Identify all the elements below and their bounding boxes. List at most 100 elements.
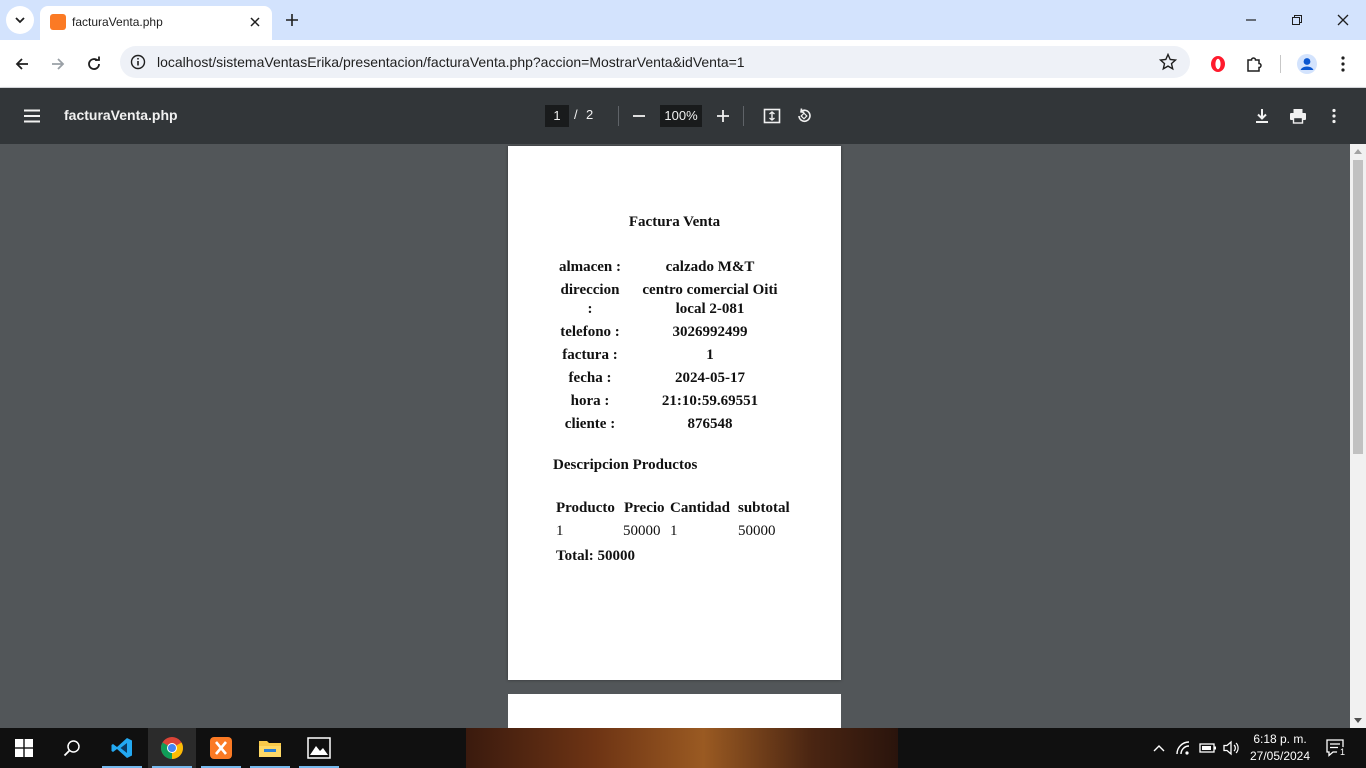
forward-button[interactable]	[44, 50, 72, 78]
minimize-icon	[1246, 19, 1256, 21]
taskbar-xampp[interactable]	[197, 728, 245, 768]
windows-logo-icon	[15, 739, 33, 757]
print-icon	[1290, 109, 1306, 124]
back-button[interactable]	[8, 50, 36, 78]
download-icon	[1256, 109, 1268, 123]
xampp-favicon-icon	[50, 14, 66, 30]
taskbar-wallpaper-strip	[466, 728, 898, 768]
tab-title: facturaVenta.php	[72, 15, 163, 29]
viewer-scrollbar[interactable]	[1350, 144, 1366, 728]
field-label-hora: hora :	[570, 393, 610, 409]
browser-menu-icon[interactable]	[1329, 50, 1357, 78]
notifications-icon[interactable]: 1	[1324, 738, 1348, 758]
taskbar-clock[interactable]: 6:18 p. m. 27/05/2024	[1240, 731, 1320, 765]
start-button[interactable]	[0, 728, 48, 768]
pdf-divider	[618, 106, 619, 126]
notification-count-badge: 1	[1337, 747, 1348, 758]
minimize-button[interactable]	[1236, 6, 1266, 34]
field-value-direccion-line2: local 2-081	[675, 301, 745, 317]
pdf-title: facturaVenta.php	[64, 107, 178, 123]
close-icon	[1337, 14, 1349, 26]
restore-button[interactable]	[1282, 6, 1312, 34]
search-icon	[63, 740, 80, 757]
scroll-down-arrow-icon[interactable]	[1350, 714, 1366, 728]
taskbar-chrome[interactable]	[148, 728, 196, 768]
pdf-toolbar: facturaVenta.php 1 / 2 100%	[0, 88, 1366, 144]
pdf-page-2	[508, 694, 841, 728]
taskbar-vscode[interactable]	[98, 728, 146, 768]
tab-search-button[interactable]	[6, 6, 34, 34]
field-label-factura: factura :	[562, 347, 618, 363]
chrome-icon	[161, 737, 183, 759]
rotate-button[interactable]	[792, 104, 816, 128]
arrow-left-icon	[15, 58, 28, 70]
table-cell-cantidad: 1	[670, 523, 678, 539]
products-section-title: Descripcion Productos	[553, 457, 698, 473]
taskbar-file-explorer[interactable]	[246, 728, 294, 768]
scroll-thumb[interactable]	[1353, 160, 1363, 454]
close-window-button[interactable]	[1328, 6, 1358, 34]
vscode-icon	[111, 738, 132, 758]
pdf-viewer[interactable]: Factura Venta almacen : calzado M&T dire…	[0, 144, 1366, 728]
field-value-direccion-line1: centro comercial Oiti	[642, 282, 778, 298]
field-value-fecha: 2024-05-17	[675, 370, 745, 386]
fit-to-page-button[interactable]	[760, 104, 784, 128]
tray-overflow-chevron-icon[interactable]	[1149, 738, 1169, 758]
taskbar-photos[interactable]	[295, 728, 343, 768]
hamburger-icon	[24, 109, 40, 123]
page-total: 2	[586, 107, 594, 122]
address-bar[interactable]: localhost/sistemaVentasErika/presentacio…	[120, 46, 1190, 78]
profile-avatar-icon[interactable]	[1293, 50, 1321, 78]
scroll-up-arrow-icon[interactable]	[1350, 144, 1366, 158]
invoice-title: Factura Venta	[628, 214, 721, 230]
table-cell-subtotal: 50000	[738, 523, 776, 539]
table-header-precio: Precio	[624, 500, 665, 516]
pdf-more-options-icon[interactable]	[1322, 104, 1346, 128]
download-button[interactable]	[1250, 104, 1274, 128]
plus-icon	[286, 14, 298, 26]
fit-page-icon	[763, 108, 781, 124]
pdf-menu-button[interactable]	[20, 104, 44, 128]
pdf-page-1: Factura Venta almacen : calzado M&T dire…	[508, 146, 841, 680]
page-number-input[interactable]: 1	[545, 105, 569, 127]
table-header-producto: Producto	[556, 500, 615, 516]
field-label-direccion: direccion	[560, 282, 620, 298]
windows-taskbar: 6:18 p. m. 27/05/2024 1	[0, 728, 1366, 768]
clock-date: 27/05/2024	[1249, 749, 1311, 763]
url-text[interactable]: localhost/sistemaVentasErika/presentacio…	[157, 54, 745, 70]
table-header-cantidad: Cantidad	[670, 500, 731, 516]
field-label-cliente: cliente :	[564, 416, 616, 432]
xampp-icon	[210, 737, 232, 759]
search-button[interactable]	[48, 728, 96, 768]
minus-icon	[633, 115, 645, 117]
rotate-icon	[798, 108, 811, 122]
table-header-subtotal: subtotal	[738, 500, 790, 516]
opera-extension-icon[interactable]	[1204, 50, 1232, 78]
bookmark-star-icon[interactable]	[1158, 52, 1178, 72]
plus-icon	[717, 110, 729, 122]
network-wifi-icon[interactable]	[1174, 738, 1194, 758]
pdf-divider	[743, 106, 744, 126]
extensions-puzzle-icon[interactable]	[1240, 50, 1268, 78]
field-label-fecha: fecha :	[568, 370, 612, 386]
photos-icon	[307, 737, 331, 759]
tab-facturaventa[interactable]: facturaVenta.php	[40, 6, 272, 40]
toolbar-separator	[1280, 55, 1281, 73]
table-cell-producto: 1	[556, 523, 564, 539]
zoom-level-input[interactable]: 100%	[660, 105, 702, 127]
zoom-out-button[interactable]	[627, 104, 651, 128]
reload-button[interactable]	[80, 50, 108, 78]
field-value-cliente: 876548	[687, 416, 733, 432]
table-cell-precio: 50000	[623, 523, 661, 539]
print-button[interactable]	[1286, 104, 1310, 128]
tab-close-button[interactable]	[246, 13, 264, 31]
new-tab-button[interactable]	[280, 8, 304, 32]
reload-icon	[88, 56, 100, 70]
restore-icon	[1292, 15, 1302, 25]
battery-icon[interactable]	[1198, 738, 1218, 758]
site-info-icon[interactable]	[128, 52, 148, 72]
browser-toolbar: localhost/sistemaVentasErika/presentacio…	[0, 40, 1366, 88]
clock-time: 6:18 p. m.	[1253, 732, 1307, 746]
volume-icon[interactable]	[1221, 738, 1241, 758]
zoom-in-button[interactable]	[711, 104, 735, 128]
